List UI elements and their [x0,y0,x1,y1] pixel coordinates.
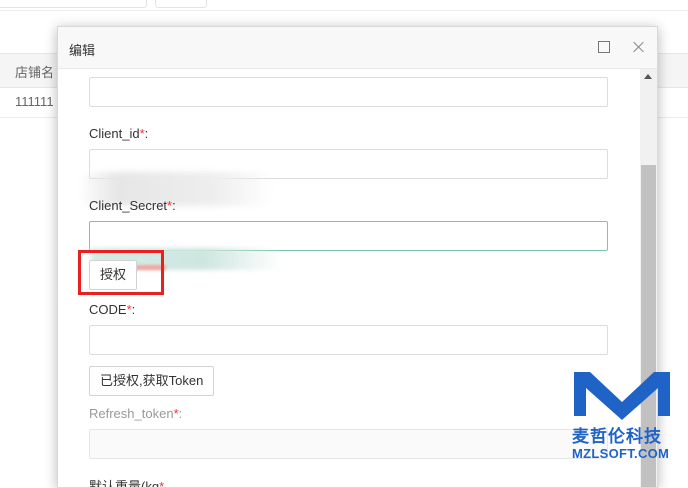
background-cell: 111111 [15,94,54,109]
default-weight-label: 默认重量(kg* [89,479,165,487]
maximize-icon[interactable] [595,38,613,56]
client-id-label: Client_id*: [89,126,149,141]
scroll-up-arrow-icon[interactable] [644,74,652,79]
client-secret-input[interactable] [89,221,608,251]
watermark-cn: 麦哲伦科技 [572,427,662,446]
code-label: CODE*: [89,302,136,317]
refresh-token-input [89,429,608,459]
previous-field-input[interactable] [89,77,608,107]
background-toolbar-control [155,0,207,8]
background-toolbar-control [0,0,147,8]
background-divider [0,10,688,11]
get-token-button[interactable]: 已授权,获取Token [89,366,215,396]
close-icon[interactable] [630,38,648,56]
client-secret-label: Client_Secret*: [89,198,176,213]
background-column-header: 店铺名 [15,65,55,80]
watermark-en: MZLSOFT.COM [572,446,670,461]
code-input[interactable] [89,325,608,355]
refresh-token-label: Refresh_token*: [89,406,183,421]
dialog-title: 编辑 [69,43,96,58]
background-toolbar [0,0,688,10]
dialog-header: 编辑 [58,27,657,69]
annotation-highlight-box [78,250,164,295]
